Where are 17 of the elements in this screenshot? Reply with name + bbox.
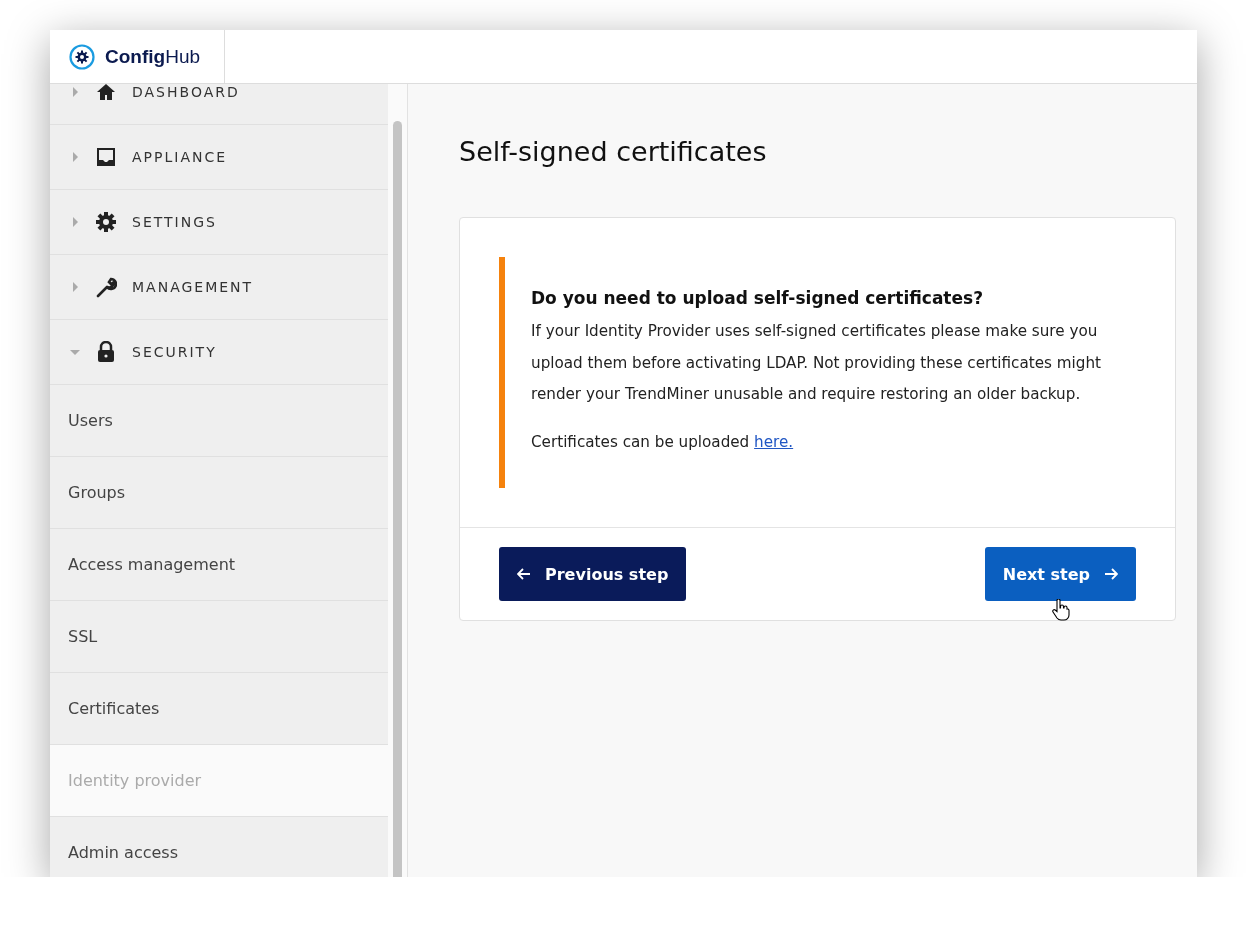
- sidebar-section[interactable]: SETTINGS: [50, 190, 388, 255]
- upload-note: Certificates can be uploaded here.: [531, 431, 795, 453]
- page-title: Self-signed certificates: [459, 136, 767, 167]
- arrow-right-icon: [1104, 568, 1118, 580]
- previous-step-button[interactable]: Previous step: [499, 547, 687, 601]
- settings-icon: [95, 211, 117, 233]
- notice-text: If your Identity Provider uses self-signed certificates please make sure you upload them before activating LDAP. Not providing these certificates might render your TrendMiner unusable and require restoring an older backup.: [531, 321, 1102, 405]
- notice-heading: Do you need to upload self-signed certificates?: [531, 288, 983, 308]
- arrow-left-icon: [517, 568, 531, 580]
- home-icon: [96, 84, 116, 102]
- logo-gear-icon: [69, 43, 95, 70]
- sidebar-section[interactable]: SECURITY: [50, 320, 388, 385]
- app-logo: ConfigHub: [105, 45, 200, 68]
- sidebar-section[interactable]: DASHBOARD: [50, 84, 388, 125]
- inbox-icon: [95, 147, 117, 167]
- lock-icon: [97, 341, 115, 363]
- here-link[interactable]: here.: [754, 432, 794, 451]
